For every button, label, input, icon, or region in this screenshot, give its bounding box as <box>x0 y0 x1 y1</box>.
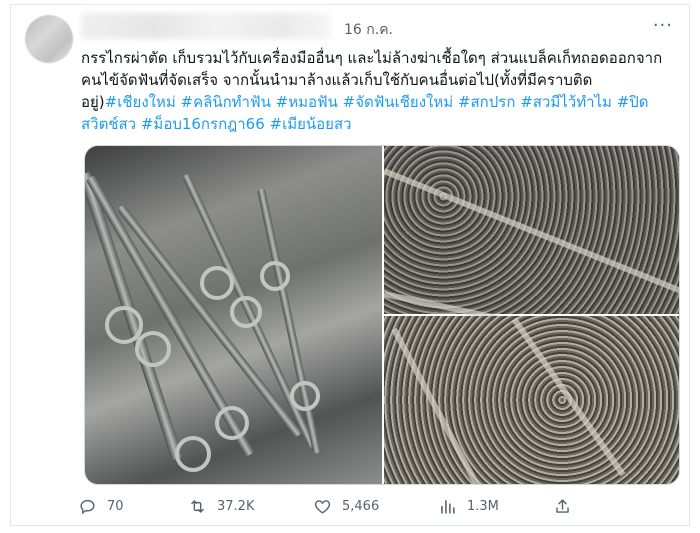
retweet-button[interactable]: 37.2K <box>188 497 254 516</box>
hashtag[interactable]: #เชียงใหม่ <box>105 93 176 111</box>
tweet-date[interactable]: 16 ก.ค. <box>344 19 393 41</box>
scissor-ring <box>260 261 290 291</box>
view-count: 1.3M <box>467 499 499 514</box>
reply-icon <box>80 499 95 515</box>
tray-divider <box>511 317 626 477</box>
scissor-ring <box>215 406 249 440</box>
avatar[interactable] <box>25 15 73 63</box>
tray-divider <box>382 168 679 298</box>
brackets-bottom-image[interactable] <box>384 316 679 484</box>
tweet-text: กรรไกรผ่าตัด เก็บรวมไว้กับเครื่องมืออื่น… <box>81 47 681 135</box>
hashtag[interactable]: #เมียน้อยสว <box>270 115 352 133</box>
hashtag[interactable]: #หมอฟัน <box>276 93 338 111</box>
action-bar: 70 37.2K 5,466 1.3M <box>78 497 638 521</box>
media-grid <box>84 145 680 485</box>
retweet-icon <box>191 500 204 513</box>
hashtag[interactable]: #ม็อบ16กรกฎา66 <box>141 115 265 133</box>
reply-button[interactable]: 70 <box>78 497 124 516</box>
hashtag[interactable]: #คลินิกทำฟัน <box>181 93 271 111</box>
share-icon <box>556 499 569 513</box>
scissor-ring <box>175 436 211 472</box>
reply-count: 70 <box>107 499 124 514</box>
like-count: 5,466 <box>342 499 380 514</box>
scissor-ring <box>290 381 320 411</box>
hashtag[interactable]: #สกปรก <box>458 93 515 111</box>
scissor-ring <box>230 296 262 328</box>
tray-divider <box>391 327 486 484</box>
views-icon <box>441 500 455 514</box>
hashtag[interactable]: #สวมีไว้ทำไม <box>520 93 612 111</box>
retweet-count: 37.2K <box>217 499 255 514</box>
heart-icon <box>314 500 331 514</box>
share-button[interactable] <box>553 497 572 516</box>
brackets-top-image[interactable] <box>382 146 679 339</box>
surgical-tools-image[interactable] <box>85 146 382 484</box>
like-button[interactable]: 5,466 <box>313 497 379 516</box>
views-button[interactable]: 1.3M <box>438 497 499 516</box>
more-options-icon[interactable]: ··· <box>653 15 673 36</box>
scissor-ring <box>135 331 171 367</box>
author-name-blurred <box>81 13 331 39</box>
instrument <box>257 188 321 454</box>
scissor-ring <box>200 266 234 300</box>
tweet-card: 16 ก.ค. ··· กรรไกรผ่าตัด เก็บรวมไว้กับเค… <box>10 4 690 526</box>
hashtag[interactable]: #จัดฟันเชียงใหม่ <box>343 93 454 111</box>
